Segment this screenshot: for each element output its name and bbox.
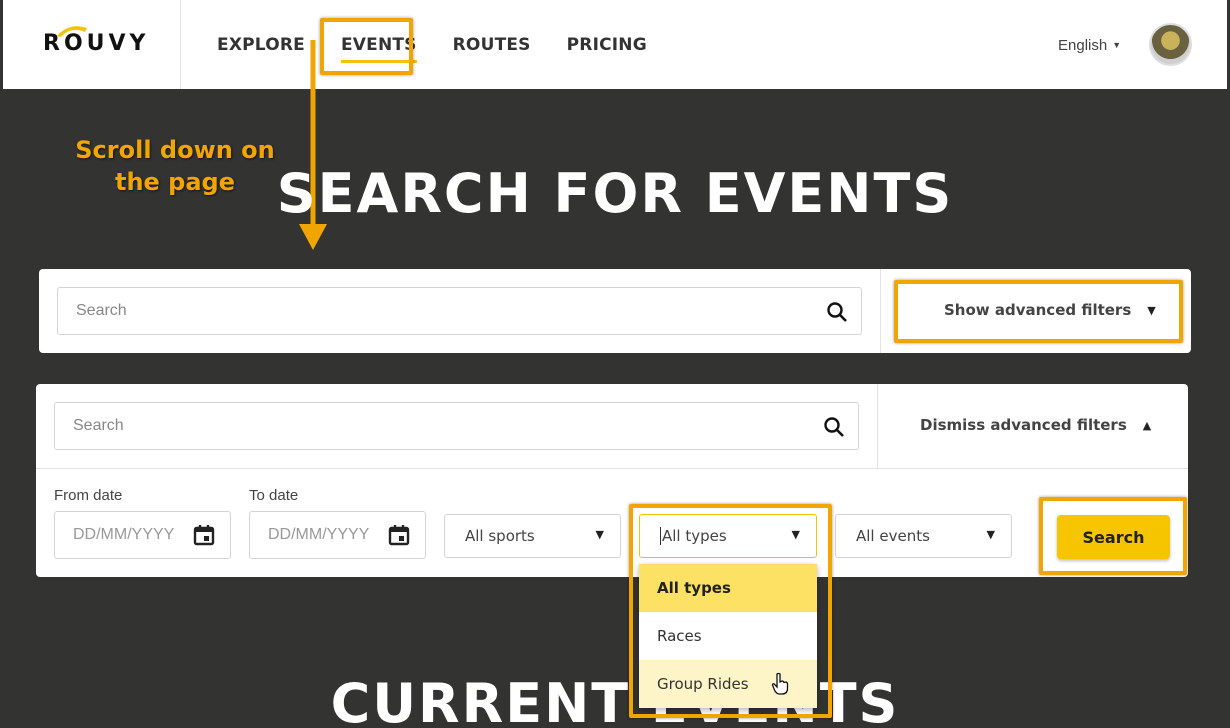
from-date-placeholder: DD/MM/YYYY <box>73 526 175 543</box>
panel-divider <box>877 384 878 468</box>
sports-select[interactable]: All sports ▼ <box>444 514 621 558</box>
panel-divider-horizontal <box>36 468 1188 469</box>
dismiss-advanced-filters-label: Dismiss advanced filters <box>920 416 1127 434</box>
logo[interactable]: ROUVY <box>3 0 181 89</box>
expanded-search-panel: Search Dismiss advanced filters ▲ From d… <box>36 384 1188 577</box>
events-select-value: All events <box>856 527 930 545</box>
annotation-box-types-dropdown <box>629 504 832 718</box>
chevron-down-icon: ▼ <box>595 528 604 541</box>
from-date-label: From date <box>54 487 123 504</box>
from-date-input[interactable]: DD/MM/YYYY <box>54 511 231 559</box>
to-date-input[interactable]: DD/MM/YYYY <box>249 511 426 559</box>
search-icon[interactable] <box>825 300 849 324</box>
dismiss-advanced-filters-button[interactable]: Dismiss advanced filters ▲ <box>920 416 1151 434</box>
chevron-down-icon: ▼ <box>986 528 995 541</box>
nav-explore[interactable]: EXPLORE <box>217 35 305 55</box>
search-icon[interactable] <box>822 415 846 439</box>
language-label: English <box>1058 37 1108 54</box>
caret-down-icon: ▼ <box>1112 40 1122 50</box>
page-title: SEARCH FOR EVENTS <box>276 162 954 225</box>
chevron-up-icon: ▲ <box>1142 418 1152 432</box>
section-title-current-events: CURRENT EVENTS <box>330 672 900 728</box>
calendar-icon[interactable] <box>387 523 411 547</box>
search-input-expanded[interactable]: Search <box>54 402 859 450</box>
calendar-icon[interactable] <box>192 523 216 547</box>
annotation-box-events <box>320 18 413 75</box>
nav-routes[interactable]: ROUTES <box>453 35 531 55</box>
sports-select-value: All sports <box>465 527 535 545</box>
to-date-placeholder: DD/MM/YYYY <box>268 526 370 543</box>
logo-text: ROUVY <box>43 31 150 56</box>
annotation-box-advanced-filters <box>894 280 1183 343</box>
language-selector[interactable]: English ▼ <box>1058 37 1121 54</box>
search-placeholder: Search <box>73 417 124 434</box>
search-input[interactable]: Search <box>57 287 862 335</box>
user-avatar[interactable] <box>1149 23 1192 66</box>
main-nav: EXPLORE EVENTS ROUTES PRICING <box>217 35 683 63</box>
to-date-label: To date <box>249 487 299 504</box>
search-placeholder: Search <box>76 302 127 319</box>
panel-divider <box>880 269 881 353</box>
nav-pricing[interactable]: PRICING <box>567 35 647 55</box>
events-select[interactable]: All events ▼ <box>835 514 1012 558</box>
annotation-box-search-button <box>1039 497 1187 575</box>
top-navbar: ROUVY EXPLORE EVENTS ROUTES PRICING Engl… <box>3 0 1227 89</box>
